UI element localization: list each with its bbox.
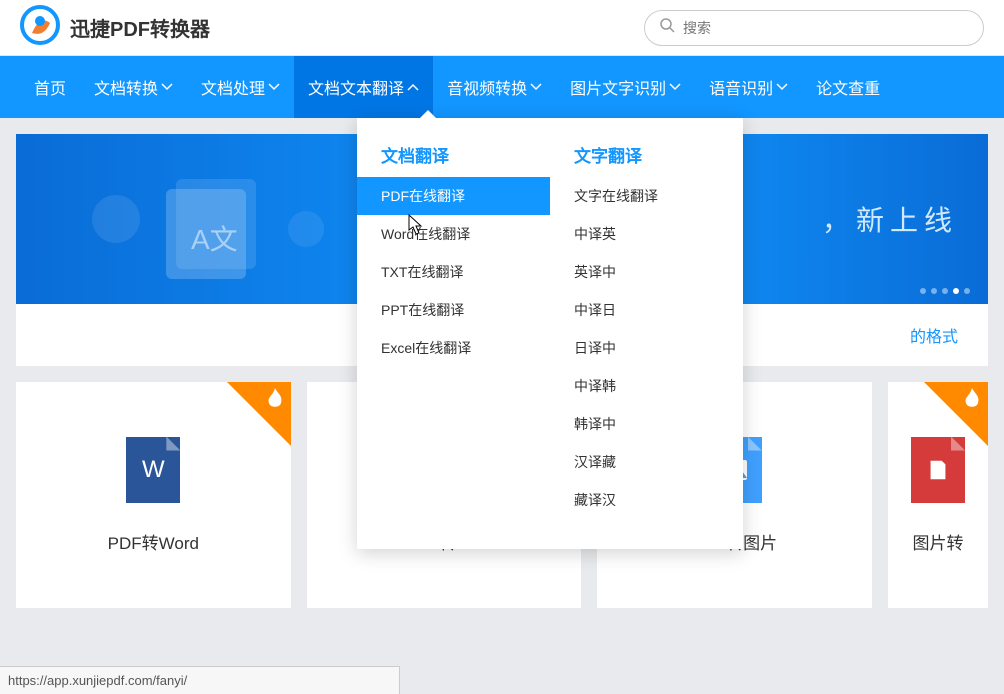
chevron-down-icon xyxy=(776,83,788,91)
carousel-dot[interactable] xyxy=(942,288,948,294)
chevron-down-icon xyxy=(161,83,173,91)
header: 迅捷PDF转换器 xyxy=(0,0,1004,56)
dd-ppt-translate[interactable]: PPT在线翻译 xyxy=(357,291,550,329)
card-title: 图片转 xyxy=(913,529,964,554)
main-nav: 首页 文档转换 文档处理 文档文本翻译 音视频转换 图片文字识别 语音识别 论文… xyxy=(0,56,1004,118)
card-pdf-to-word[interactable]: W PDF转Word xyxy=(16,382,291,608)
nav-doc-translate[interactable]: 文档文本翻译 xyxy=(294,56,433,118)
nav-label: 论文查重 xyxy=(816,75,880,99)
nav-paper-check[interactable]: 论文查重 xyxy=(802,56,894,118)
search-container xyxy=(644,10,984,46)
dd-en-cn[interactable]: 英译中 xyxy=(550,253,743,291)
search-icon xyxy=(659,17,683,38)
nav-av-convert[interactable]: 音视频转换 xyxy=(433,56,556,118)
dd-cn-kr[interactable]: 中译韩 xyxy=(550,367,743,405)
card-image-to-pdf[interactable]: 图片转 xyxy=(888,382,988,608)
nav-label: 音视频转换 xyxy=(447,75,527,99)
search-box[interactable] xyxy=(644,10,984,46)
dd-jp-cn[interactable]: 日译中 xyxy=(550,329,743,367)
dropdown-arrow-icon xyxy=(420,110,436,118)
hero-text: ，新上线 xyxy=(822,199,958,239)
pdf-file-icon xyxy=(911,437,965,503)
app-title: 迅捷PDF转换器 xyxy=(70,13,210,42)
search-input[interactable] xyxy=(683,20,969,36)
chevron-up-icon xyxy=(407,83,419,91)
dd-excel-translate[interactable]: Excel在线翻译 xyxy=(357,329,550,367)
carousel-dot[interactable] xyxy=(931,288,937,294)
dd-cn-tb[interactable]: 汉译藏 xyxy=(550,443,743,481)
nav-doc-convert[interactable]: 文档转换 xyxy=(80,56,187,118)
svg-text:A文: A文 xyxy=(191,224,238,255)
logo-icon xyxy=(20,5,60,50)
flame-icon xyxy=(265,388,285,415)
chevron-down-icon xyxy=(268,83,280,91)
status-url: https://app.xunjiepdf.com/fanyi/ xyxy=(8,673,187,688)
carousel-dot[interactable] xyxy=(964,288,970,294)
hot-badge xyxy=(227,382,291,446)
dd-cn-jp[interactable]: 中译日 xyxy=(550,291,743,329)
status-bar: https://app.xunjiepdf.com/fanyi/ xyxy=(0,666,400,694)
category-label[interactable]: 的格式 xyxy=(910,323,958,347)
chevron-down-icon xyxy=(530,83,542,91)
word-file-icon: W xyxy=(126,437,180,503)
carousel-dot[interactable] xyxy=(920,288,926,294)
carousel-dots[interactable] xyxy=(920,288,970,294)
flame-icon xyxy=(962,388,982,415)
nav-label: 语音识别 xyxy=(709,75,773,99)
nav-ocr[interactable]: 图片文字识别 xyxy=(556,56,695,118)
mouse-cursor-icon xyxy=(408,214,426,241)
dropdown-col-doc-translate: 文档翻译 PDF在线翻译 Word在线翻译 TXT在线翻译 PPT在线翻译 Ex… xyxy=(357,142,550,519)
nav-label: 图片文字识别 xyxy=(570,75,666,99)
nav-label: 文档文本翻译 xyxy=(308,75,404,99)
carousel-dot-active[interactable] xyxy=(953,288,959,294)
nav-speech[interactable]: 语音识别 xyxy=(695,56,802,118)
chevron-down-icon xyxy=(669,83,681,91)
dropdown-col-title: 文字翻译 xyxy=(550,142,743,177)
nav-label: 文档处理 xyxy=(201,75,265,99)
card-title: PDF转Word xyxy=(108,529,199,554)
dd-kr-cn[interactable]: 韩译中 xyxy=(550,405,743,443)
hero-illustration-icon: A文 xyxy=(56,159,366,279)
nav-label: 文档转换 xyxy=(94,75,158,99)
dd-txt-translate[interactable]: TXT在线翻译 xyxy=(357,253,550,291)
dropdown-col-title: 文档翻译 xyxy=(357,142,550,177)
dd-text-translate[interactable]: 文字在线翻译 xyxy=(550,177,743,215)
dd-word-translate[interactable]: Word在线翻译 xyxy=(357,215,550,253)
logo[interactable]: 迅捷PDF转换器 xyxy=(20,5,210,50)
dropdown-menu: 文档翻译 PDF在线翻译 Word在线翻译 TXT在线翻译 PPT在线翻译 Ex… xyxy=(357,118,743,549)
nav-label: 首页 xyxy=(34,75,66,99)
dd-pdf-translate[interactable]: PDF在线翻译 xyxy=(357,177,550,215)
nav-home[interactable]: 首页 xyxy=(20,56,80,118)
dd-tb-cn[interactable]: 藏译汉 xyxy=(550,481,743,519)
dropdown-col-text-translate: 文字翻译 文字在线翻译 中译英 英译中 中译日 日译中 中译韩 韩译中 汉译藏 … xyxy=(550,142,743,519)
nav-doc-process[interactable]: 文档处理 xyxy=(187,56,294,118)
dd-cn-en[interactable]: 中译英 xyxy=(550,215,743,253)
